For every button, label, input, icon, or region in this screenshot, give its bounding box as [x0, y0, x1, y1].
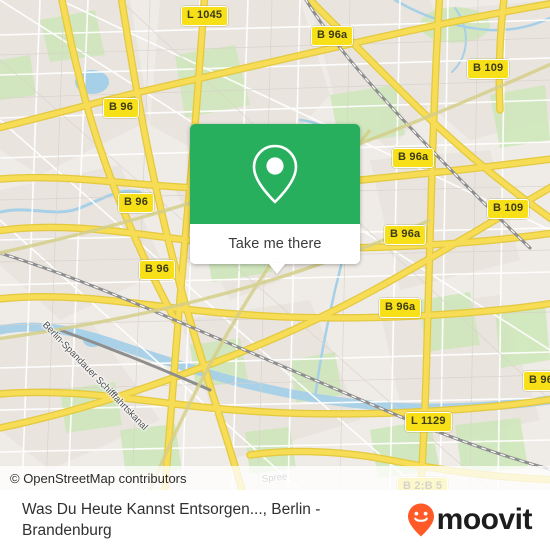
map-attribution-bar: © OpenStreetMap contributors [0, 466, 550, 490]
road-shield: B 96a [523, 371, 550, 391]
road-shield: B 109 [467, 59, 510, 79]
road-shield: B 96 [118, 193, 155, 213]
road-shield: L 1129 [405, 412, 452, 432]
place-title: Was Du Heute Kannst Entsorgen..., Berlin… [22, 501, 321, 539]
road-shield: B 96a [379, 298, 422, 318]
popup-tail [268, 263, 286, 274]
attribution-text: © OpenStreetMap contributors [10, 470, 187, 486]
moovit-pin-smiley-icon [407, 503, 434, 537]
popup-cta-area[interactable]: Take me there [190, 224, 360, 264]
footer-bar: Was Du Heute Kannst Entsorgen..., Berlin… [0, 490, 550, 550]
road-shield: B 96a [311, 26, 354, 46]
road-shield: L 1045 [181, 6, 229, 26]
popup-image-area [190, 124, 360, 224]
road-shield: B 96a [392, 148, 435, 168]
road-shield: B 109 [487, 199, 530, 219]
map-pin-icon [252, 144, 298, 204]
location-popup-card[interactable]: Take me there [190, 124, 360, 274]
take-me-there-label: Take me there [228, 236, 322, 252]
road-shield: B 96 [139, 260, 176, 280]
moovit-brand: moovit [406, 490, 550, 538]
map-canvas[interactable]: L 1045 B 96a B 109 B 96 B 96a B 96 B 109… [0, 0, 550, 490]
moovit-wordmark: moovit [436, 503, 533, 536]
road-shield: B 96a [384, 225, 427, 245]
map-share-card: L 1045 B 96a B 109 B 96 B 96a B 96 B 109… [0, 0, 550, 550]
road-shield: B 96 [103, 98, 140, 118]
